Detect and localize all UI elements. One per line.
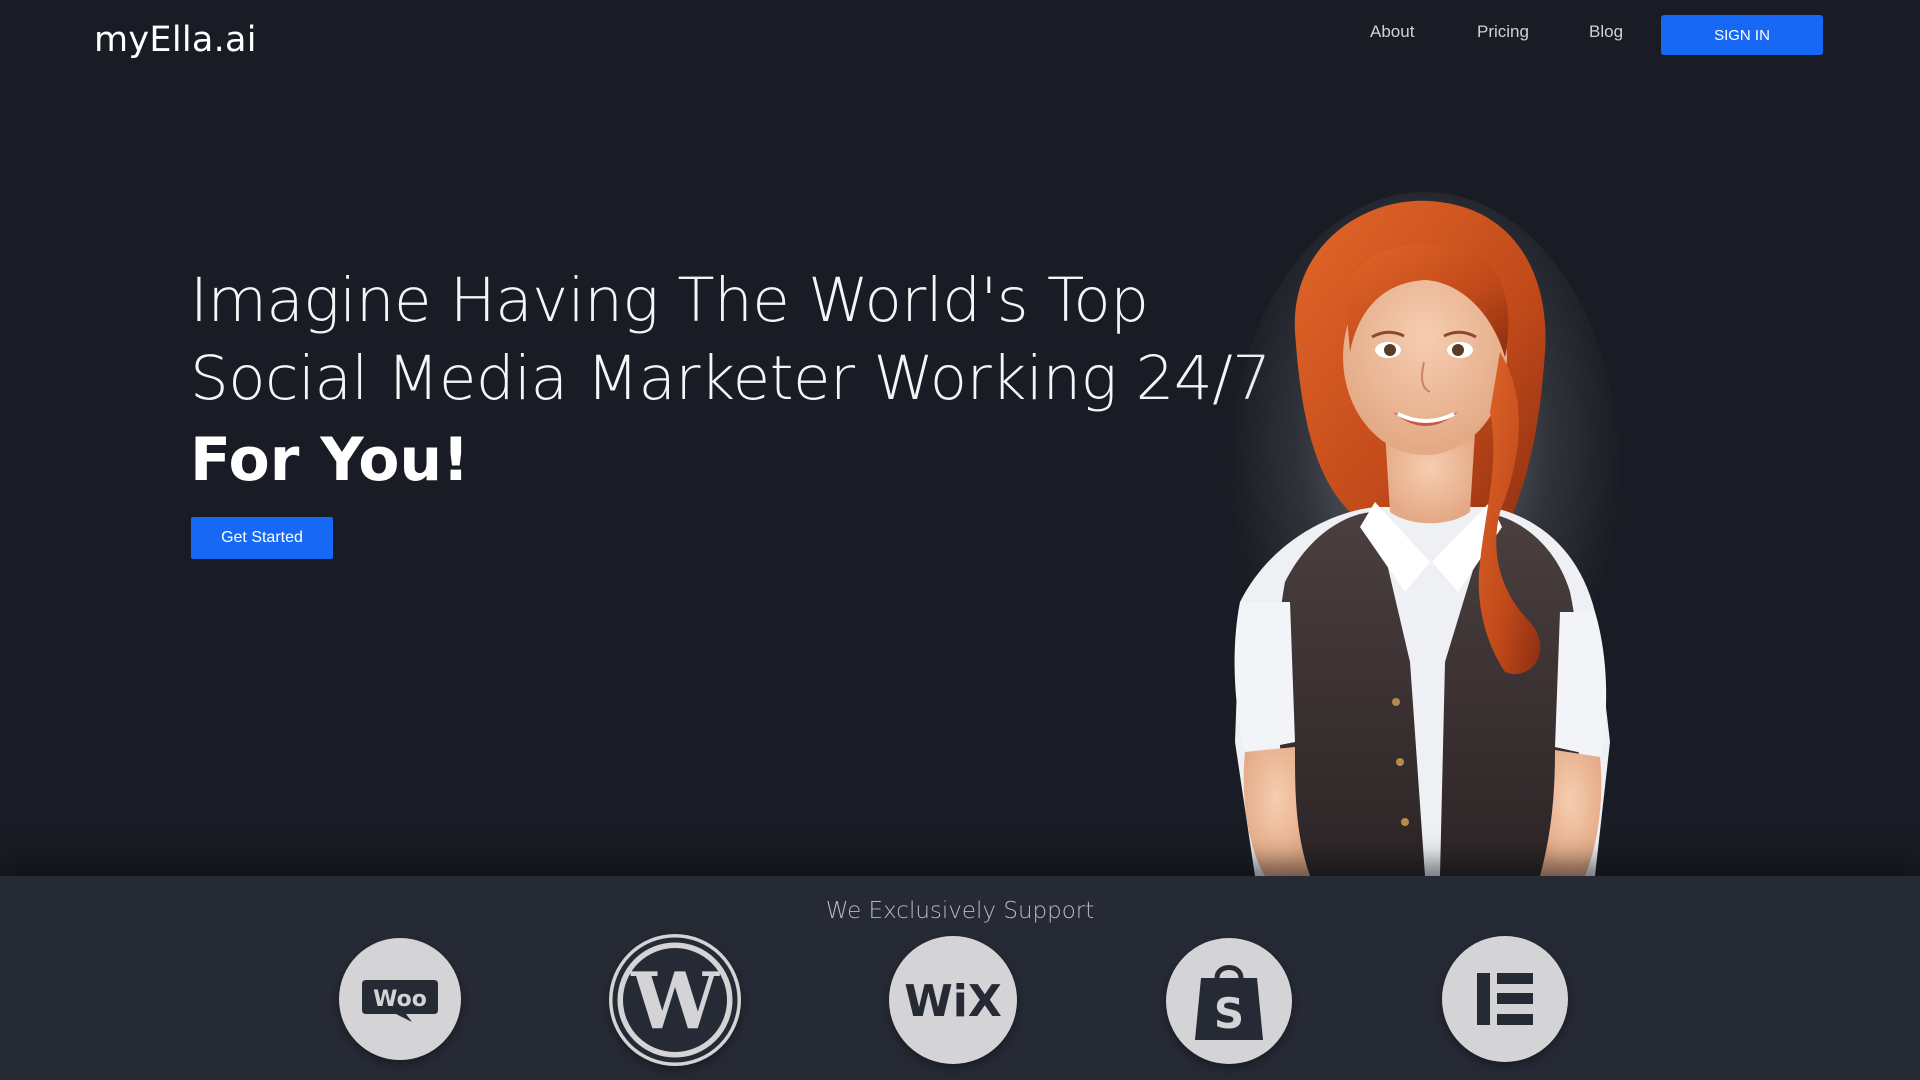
shopify-badge[interactable]: S (1166, 938, 1292, 1064)
wix-icon: WiX (904, 976, 1002, 1027)
elementor-badge[interactable] (1442, 936, 1568, 1062)
woo-glyph: Woo (373, 987, 427, 1012)
assistant-illustration (1234, 200, 1610, 876)
wix-glyph: WiX (904, 976, 1002, 1027)
headline-line-2: Social Media Marketer Working 24/7 (190, 343, 1271, 414)
supported-platforms-section: We Exclusively Support Woo W WiX S (0, 876, 1920, 1080)
nav-link-pricing[interactable]: Pricing (1477, 22, 1529, 42)
woocommerce-icon: Woo (362, 980, 438, 1022)
wordpress-icon: W (612, 937, 738, 1063)
hero-section: Imagine Having The World's Top Social Me… (0, 84, 1920, 876)
elementor-icon (1477, 973, 1533, 1025)
wix-badge[interactable]: WiX (889, 936, 1017, 1064)
get-started-button[interactable]: Get Started (191, 517, 333, 559)
shopify-glyph: S (1214, 989, 1244, 1038)
hero-headline: Imagine Having The World's Top Social Me… (190, 262, 1271, 500)
shopify-icon: S (1195, 965, 1263, 1040)
site-header: myElla.ai About Pricing Blog SIGN IN (0, 0, 1920, 84)
nav-link-blog[interactable]: Blog (1589, 22, 1623, 42)
wordpress-glyph: W (630, 956, 720, 1047)
site-logo[interactable]: myElla.ai (94, 20, 257, 60)
headline-line-1: Imagine Having The World's Top (190, 265, 1149, 336)
sign-in-button[interactable]: SIGN IN (1661, 15, 1823, 55)
headline-emphasis: For You! (190, 425, 470, 495)
support-title: We Exclusively Support (825, 898, 1095, 924)
nav-link-about[interactable]: About (1370, 22, 1414, 42)
wordpress-badge[interactable]: W (609, 934, 741, 1066)
landing-page: myElla.ai About Pricing Blog SIGN IN Ima… (0, 0, 1920, 1080)
assistant-portrait (1200, 182, 1660, 876)
woocommerce-badge[interactable]: Woo (339, 938, 461, 1060)
